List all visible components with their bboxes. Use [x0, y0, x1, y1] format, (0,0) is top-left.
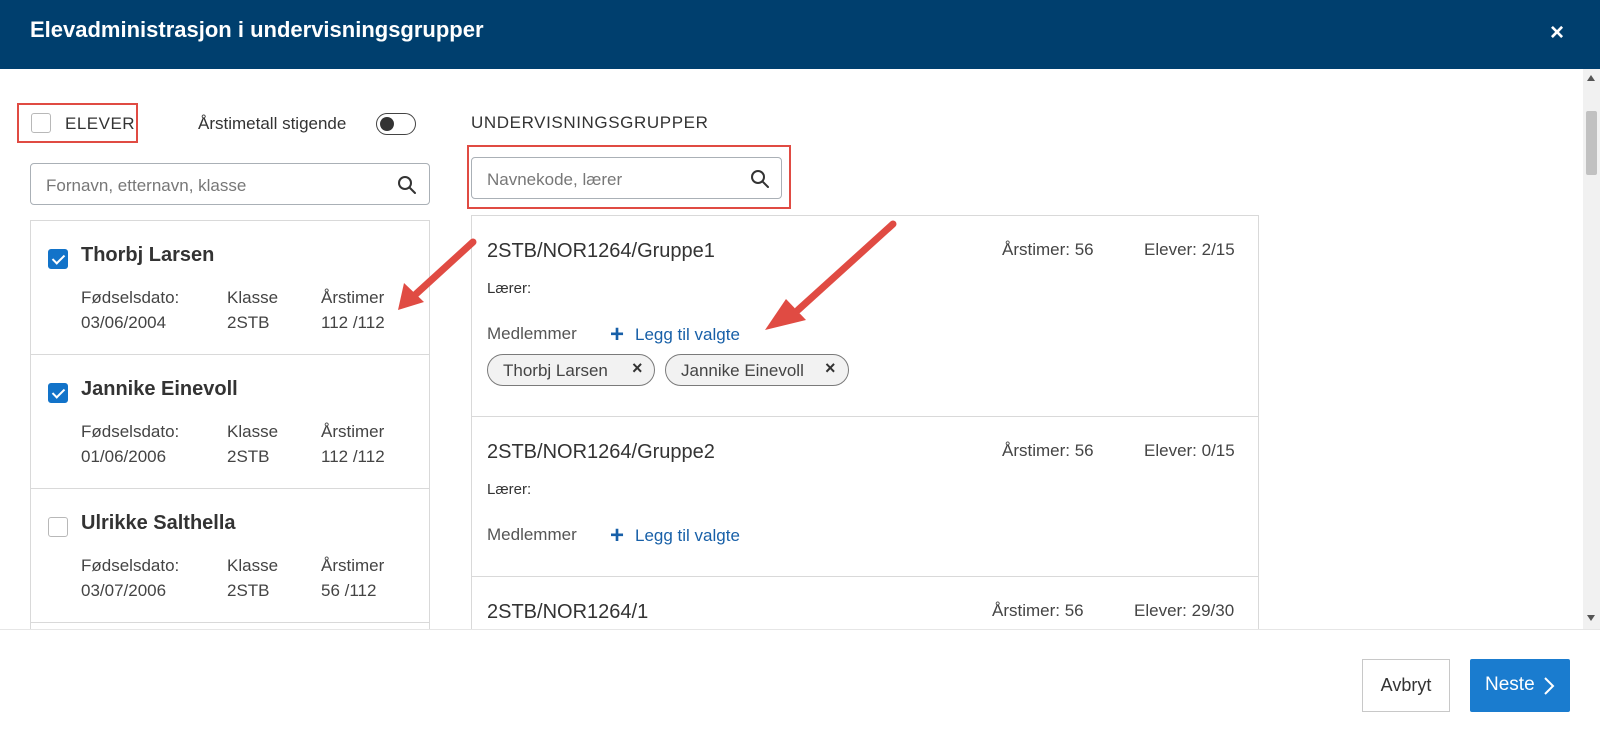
group-name: 2STB/NOR1264/Gruppe2 [487, 441, 715, 463]
group-student-count: Elever: 29/30 [1134, 601, 1235, 620]
hours-value: 112 /112 [321, 313, 385, 332]
next-button-label: Neste [1485, 674, 1535, 695]
class-value: 2STB [227, 313, 270, 332]
birth-value: 03/07/2006 [81, 581, 167, 600]
sort-toggle[interactable] [376, 113, 416, 135]
student-item[interactable]: Thorbj Larsen Fødselsdato: 03/06/2004 Kl… [31, 221, 429, 355]
student-item[interactable]: Ulrikke Salthella Fødselsdato: 03/07/200… [31, 489, 429, 623]
student-name: Jannike Einevoll [81, 378, 238, 400]
group-members-label: Medlemmer [487, 324, 577, 343]
groups-list: 2STB/NOR1264/Gruppe1 Årstimer: 56 Elever… [471, 215, 1259, 630]
birth-value: 03/06/2004 [81, 313, 167, 332]
hours-value: 112 /112 [321, 447, 385, 466]
dialog-header: Elevadministrasjon i undervisningsgruppe… [0, 0, 1600, 69]
hours-label: Årstimer [321, 288, 385, 307]
group-search-placeholder: Navnekode, lærer [487, 170, 623, 189]
scroll-up-arrow-icon[interactable] [1587, 75, 1595, 81]
next-button[interactable]: Neste [1470, 659, 1570, 712]
group-hours: Årstimer: 56 [992, 601, 1084, 620]
add-selected-label: Legg til valgte [635, 526, 740, 545]
plus-icon: + [610, 321, 625, 348]
student-checkbox[interactable] [48, 517, 68, 537]
hours-value: 56 /112 [321, 581, 377, 600]
remove-member-icon[interactable]: × [632, 358, 643, 379]
class-label: Klasse [227, 422, 279, 441]
group-hours: Årstimer: 56 [1002, 441, 1094, 460]
elever-label: ELEVER [65, 114, 136, 133]
close-button[interactable]: × [1540, 16, 1574, 50]
class-label: Klasse [227, 288, 279, 307]
group-item: 2STB/NOR1264/Gruppe1 Årstimer: 56 Elever… [472, 216, 1258, 417]
add-selected-label: Legg til valgte [635, 325, 740, 344]
group-name: 2STB/NOR1264/1 [487, 601, 649, 623]
hours-label: Årstimer [321, 422, 385, 441]
group-members-label: Medlemmer [487, 525, 577, 544]
student-search-input[interactable]: Fornavn, etternavn, klasse [30, 163, 430, 205]
group-student-count: Elever: 0/15 [1144, 441, 1235, 460]
group-item: 2STB/NOR1264/1 Årstimer: 56 Elever: 29/3… [472, 577, 1258, 630]
student-name: Ulrikke Salthella [81, 512, 236, 534]
group-student-count: Elever: 2/15 [1144, 240, 1235, 259]
search-icon[interactable] [750, 169, 770, 189]
select-all-students-checkbox[interactable] [31, 113, 51, 133]
group-teacher-label: Lærer: [487, 280, 532, 297]
group-hours: Årstimer: 56 [1002, 240, 1094, 259]
birth-label: Fødselsdato: [81, 288, 180, 307]
hours-label: Årstimer [321, 556, 385, 575]
groups-heading: UNDERVISNINGSGRUPPER [471, 113, 709, 132]
student-item[interactable]: Jannike Einevoll Fødselsdato: 01/06/2006… [31, 355, 429, 489]
member-chip-label: Jannike Einevoll [681, 361, 804, 380]
scroll-down-arrow-icon[interactable] [1587, 615, 1595, 621]
group-item: 2STB/NOR1264/Gruppe2 Årstimer: 56 Elever… [472, 417, 1258, 577]
search-icon[interactable] [397, 175, 417, 195]
group-teacher-label: Lærer: [487, 481, 532, 498]
group-search-input[interactable]: Navnekode, lærer [471, 157, 782, 199]
toggle-knob [380, 117, 394, 131]
sort-label: Årstimetall stigende [198, 114, 347, 133]
member-chip: Thorbj Larsen × [487, 354, 655, 386]
student-checkbox[interactable] [48, 249, 68, 269]
remove-member-icon[interactable]: × [825, 358, 836, 379]
class-value: 2STB [227, 447, 270, 466]
student-checkbox[interactable] [48, 383, 68, 403]
chevron-right-icon [1544, 677, 1555, 695]
vertical-scrollbar[interactable] [1583, 69, 1600, 629]
dialog-title: Elevadministrasjon i undervisningsgruppe… [30, 17, 484, 42]
scroll-thumb[interactable] [1586, 111, 1597, 175]
student-search-placeholder: Fornavn, etternavn, klasse [46, 176, 247, 195]
class-label: Klasse [227, 556, 279, 575]
student-name: Thorbj Larsen [81, 244, 215, 266]
group-name: 2STB/NOR1264/Gruppe1 [487, 240, 715, 262]
plus-icon: + [610, 522, 625, 549]
cancel-button[interactable]: Avbryt [1362, 659, 1450, 712]
birth-value: 01/06/2006 [81, 447, 167, 466]
birth-label: Fødselsdato: [81, 556, 180, 575]
students-list: Thorbj Larsen Fødselsdato: 03/06/2004 Kl… [30, 220, 430, 630]
member-chip: Jannike Einevoll × [665, 354, 849, 386]
member-chip-label: Thorbj Larsen [503, 361, 608, 380]
birth-label: Fødselsdato: [81, 422, 180, 441]
class-value: 2STB [227, 581, 270, 600]
dialog-footer [0, 629, 1600, 729]
